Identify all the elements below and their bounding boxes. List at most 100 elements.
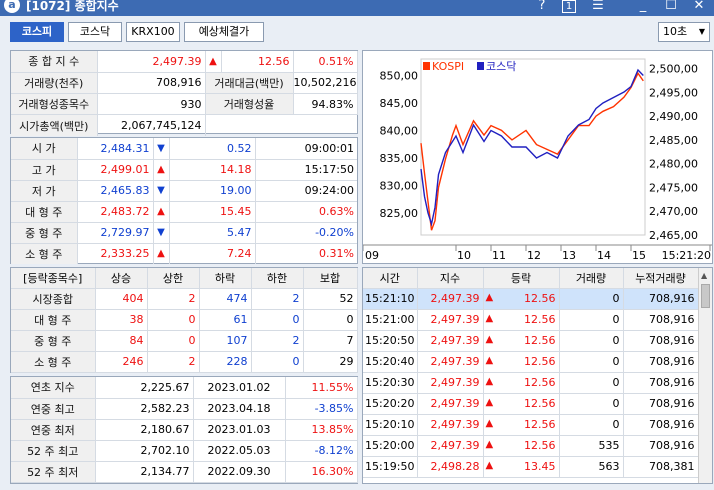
annual-date: 2023.04.18 bbox=[193, 398, 286, 420]
breadth-count: 474 bbox=[199, 288, 252, 310]
price-change: 19.00 bbox=[169, 180, 256, 202]
tick-time: 15:20:30 bbox=[363, 372, 418, 394]
scroll-up-icon[interactable]: ▲ bbox=[701, 271, 707, 280]
up-arrow-icon: ▲ bbox=[485, 292, 494, 303]
y-left-tick-label: 830,00 bbox=[380, 180, 419, 193]
breadth-count: 2 bbox=[251, 330, 304, 352]
tick-row[interactable]: 15:21:10 2,497.39 ▲ 12.56 0 708,916 bbox=[363, 288, 699, 310]
tick-row[interactable]: 15:20:10 2,497.39 ▲ 12.56 0 708,916 bbox=[363, 414, 699, 436]
legend-kospi-label: KOSPI bbox=[432, 60, 464, 73]
breadth-count: 246 bbox=[95, 351, 148, 373]
tick-volume: 0 bbox=[559, 393, 624, 415]
breadth-count: 7 bbox=[303, 330, 358, 352]
tick-row[interactable]: 15:19:50 2,498.28 ▲ 13.45 563 708,381 bbox=[363, 456, 699, 478]
breadth-row: 소 형 주 246 2 228 0 29 bbox=[11, 351, 358, 373]
breadth-label: 대 형 주 bbox=[11, 309, 96, 331]
interval-select[interactable]: 10초 ▼ bbox=[658, 22, 710, 42]
annual-rate: 16.30% bbox=[285, 461, 358, 483]
breadth-count: 52 bbox=[303, 288, 358, 310]
tick-cum-volume: 708,916 bbox=[623, 330, 699, 352]
tick-time: 15:20:10 bbox=[363, 414, 418, 436]
breadth-count: 228 bbox=[199, 351, 252, 373]
tick-volume: 0 bbox=[559, 288, 624, 310]
price-change: 5.47 bbox=[169, 222, 256, 244]
tick-header: 누적거래량 bbox=[623, 268, 699, 289]
maximize-button[interactable]: ☐ bbox=[664, 0, 678, 14]
breadth-count: 38 bbox=[95, 309, 148, 331]
tick-index: 2,497.39 bbox=[417, 435, 484, 457]
tick-change: ▲ 12.56 bbox=[483, 414, 560, 436]
tick-row[interactable]: 15:20:50 2,497.39 ▲ 12.56 0 708,916 bbox=[363, 330, 699, 352]
up-arrow-icon: ▲ bbox=[153, 201, 170, 223]
tick-row[interactable]: 15:20:30 2,497.39 ▲ 12.56 0 708,916 bbox=[363, 372, 699, 394]
tick-change-value: 13.45 bbox=[524, 460, 556, 473]
intraday-chart[interactable]: 850,00 845,00 840,00 835,00 830,00 825,00 2,50… bbox=[363, 51, 712, 263]
breadth-count: 84 bbox=[95, 330, 148, 352]
window-title-text: 종합지수 bbox=[74, 0, 119, 13]
tab-expected-price[interactable]: 예상체결가 bbox=[184, 22, 264, 42]
breadth-label: 소 형 주 bbox=[11, 351, 96, 373]
x-tick-label: 13 bbox=[562, 249, 576, 262]
breadth-count: 0 bbox=[303, 309, 358, 331]
tab-krx100[interactable]: KRX100 bbox=[126, 22, 180, 42]
tick-change-value: 12.56 bbox=[524, 334, 556, 347]
tick-header: 등락 bbox=[483, 268, 560, 289]
volume-label: 거래량(천주) bbox=[11, 72, 98, 94]
tick-list-scrollbar[interactable]: ▲ bbox=[698, 268, 712, 483]
breadth-count: 29 bbox=[303, 351, 358, 373]
annual-date: 2022.05.03 bbox=[193, 440, 286, 462]
window-id: [1072] bbox=[26, 0, 71, 13]
annual-date: 2023.01.03 bbox=[193, 419, 286, 441]
amount-value: 10,502,216 bbox=[293, 72, 358, 94]
annual-label: 52 주 최저 bbox=[11, 461, 96, 483]
scroll-thumb[interactable] bbox=[701, 284, 710, 308]
close-button[interactable]: ✕ bbox=[692, 0, 706, 14]
advance-decline-panel: [등락종목수] 상승 상한 하락 하한 보합 시장종합 404 2 474 2 52 대 형 주 38 0… bbox=[10, 267, 358, 373]
tick-row[interactable]: 15:20:40 2,497.39 ▲ 12.56 0 708,916 bbox=[363, 351, 699, 373]
tick-row[interactable]: 15:20:00 2,497.39 ▲ 12.56 535 708,916 bbox=[363, 435, 699, 457]
tick-change: ▲ 12.56 bbox=[483, 288, 560, 310]
y-left-tick-label: 840,00 bbox=[380, 125, 419, 138]
y-right-tick-label: 2,495,00 bbox=[649, 86, 698, 99]
tick-cum-volume: 708,916 bbox=[623, 414, 699, 436]
breadth-row: 시장종합 404 2 474 2 52 bbox=[11, 288, 358, 310]
price-table: 시 가 2,484.31 ▼ 0.52 09:00:01 고 가 2,499.01 ▲ 14.1… bbox=[11, 138, 357, 264]
window-title: [1072] 종합지수 bbox=[26, 0, 119, 12]
tick-volume: 0 bbox=[559, 414, 624, 436]
up-arrow-icon: ▲ bbox=[485, 418, 494, 429]
tick-row[interactable]: 15:20:20 2,497.39 ▲ 12.56 0 708,916 bbox=[363, 393, 699, 415]
tab-kosdaq[interactable]: 코스닥 bbox=[68, 22, 122, 42]
annual-row: 52 주 최저 2,134.77 2022.09.30 16.30% bbox=[11, 461, 358, 483]
tick-cum-volume: 708,916 bbox=[623, 435, 699, 457]
tick-row[interactable]: 15:21:00 2,497.39 ▲ 12.56 0 708,916 bbox=[363, 309, 699, 331]
y-right-tick-label: 2,475,00 bbox=[649, 181, 698, 194]
annual-stats-table: 연초 지수 2,225.67 2023.01.02 11.55% 연중 최고 2,582.… bbox=[11, 377, 358, 483]
tick-index: 2,497.39 bbox=[417, 351, 484, 373]
annual-label: 연초 지수 bbox=[11, 377, 96, 399]
tick-change: ▲ 12.56 bbox=[483, 351, 560, 373]
x-tick-label: 11 bbox=[492, 249, 506, 262]
breadth-count: 107 bbox=[199, 330, 252, 352]
tab-kospi[interactable]: 코스피 bbox=[10, 22, 64, 42]
annual-value: 2,582.23 bbox=[95, 398, 194, 420]
price-change: 7.24 bbox=[169, 243, 256, 264]
tick-change-value: 12.56 bbox=[524, 418, 556, 431]
y-right-tick-label: 2,465,00 bbox=[649, 229, 698, 242]
x-tick-label: 15:21:20 bbox=[662, 249, 711, 262]
y-right-tick-label: 2,500,00 bbox=[649, 63, 698, 76]
tick-cum-volume: 708,381 bbox=[623, 456, 699, 478]
tick-volume: 0 bbox=[559, 351, 624, 373]
menu-icon[interactable]: ☰ bbox=[590, 0, 606, 14]
tick-time: 15:20:00 bbox=[363, 435, 418, 457]
x-tick-label: 15 bbox=[632, 249, 646, 262]
minimize-button[interactable]: _ bbox=[636, 0, 650, 14]
window-number-button[interactable]: 1 bbox=[562, 0, 576, 13]
x-tick-label: 12 bbox=[527, 249, 541, 262]
breadth-label: 중 형 주 bbox=[11, 330, 96, 352]
breadth-row: 중 형 주 84 0 107 2 7 bbox=[11, 330, 358, 352]
tick-cum-volume: 708,916 bbox=[623, 393, 699, 415]
chevron-down-icon: ▼ bbox=[698, 27, 705, 36]
down-arrow-icon: ▼ bbox=[153, 138, 170, 160]
tick-header: 지수 bbox=[417, 268, 484, 289]
help-button[interactable]: ? bbox=[536, 0, 548, 14]
